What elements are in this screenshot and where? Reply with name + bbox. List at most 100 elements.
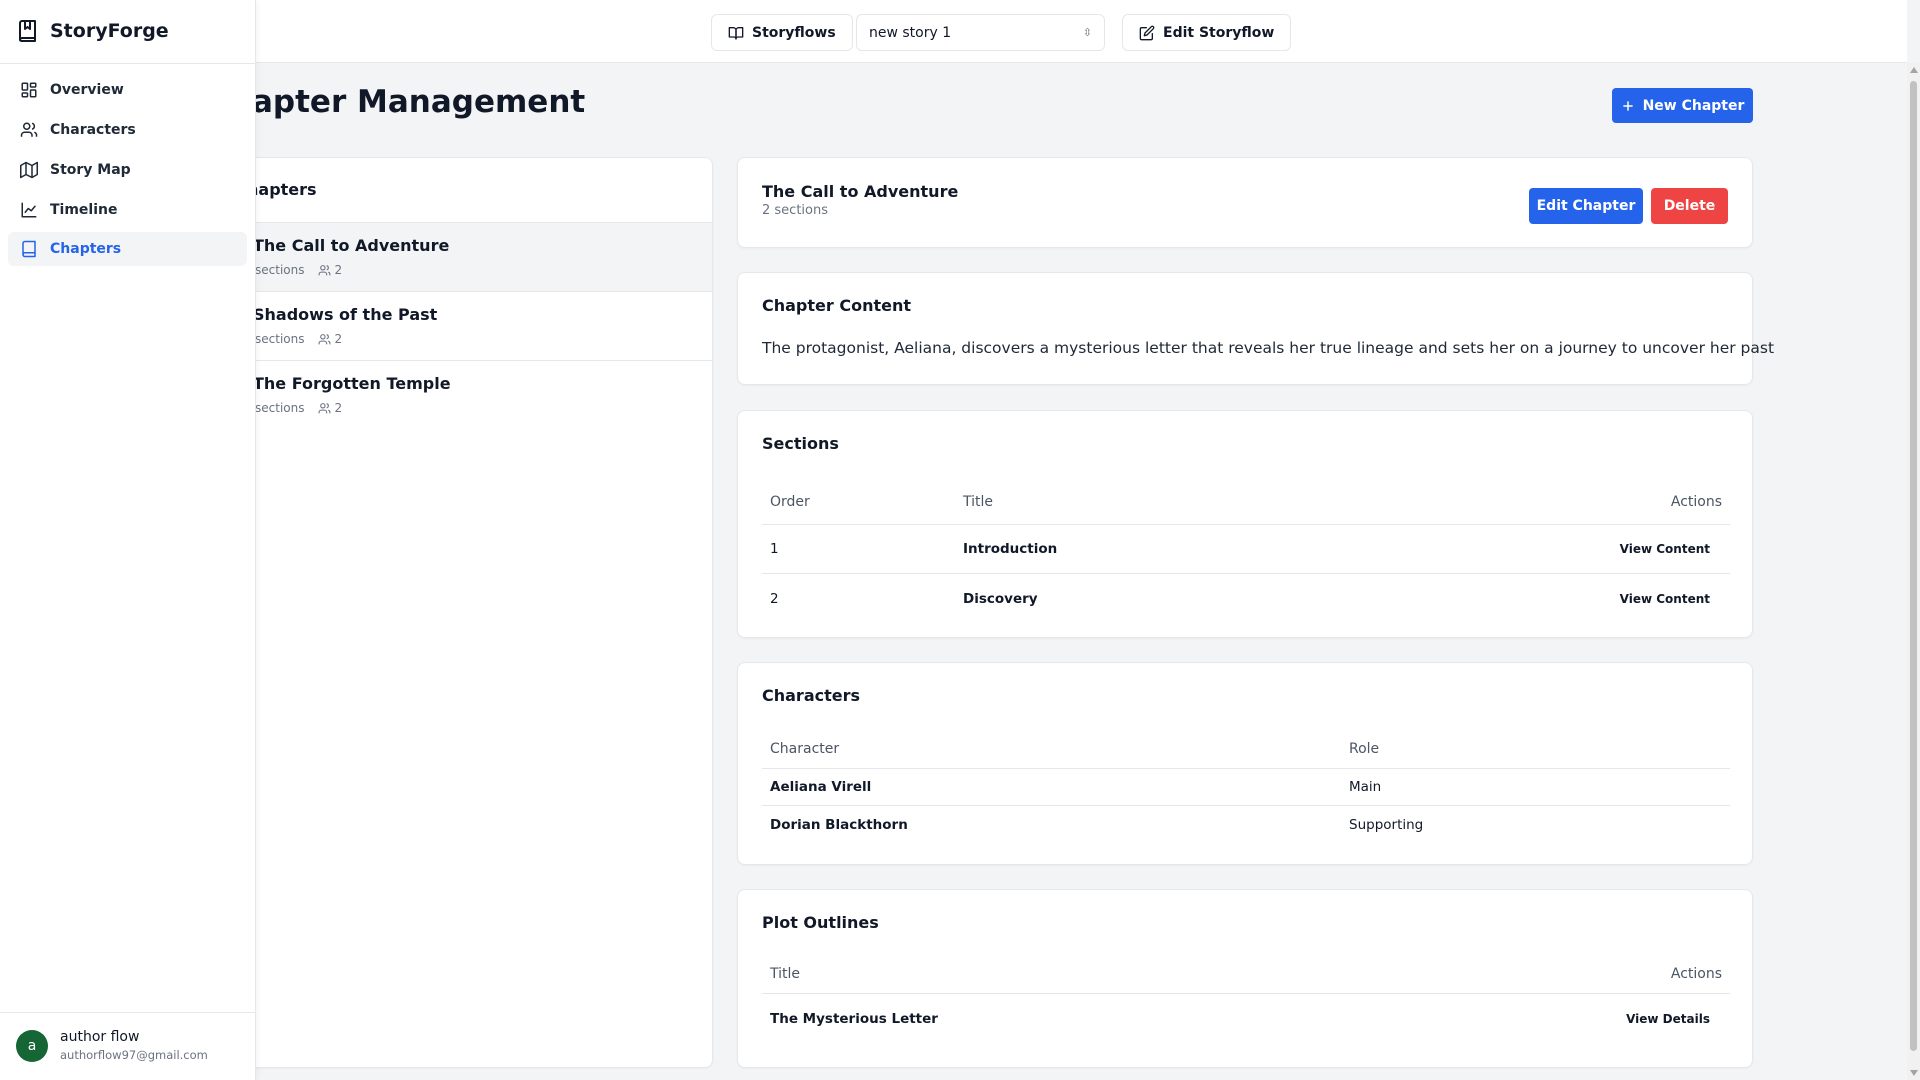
chapter-content-text: The protagonist, Aeliana, discovers a my… <box>762 339 1775 357</box>
chapter-characters: 2 <box>318 332 342 346</box>
table-row: Aeliana Virell Main <box>762 769 1730 806</box>
book-logo-icon <box>19 20 36 42</box>
story-select-value: new story 1 <box>869 24 952 41</box>
delete-chapter-button[interactable]: Delete <box>1651 188 1728 224</box>
chapter-meta: sections 2 <box>255 263 342 277</box>
chevron-up-down-icon: ⇳ <box>1082 26 1092 39</box>
plot-outlines-heading: Plot Outlines <box>762 913 879 932</box>
edit-storyflow-button[interactable]: Edit Storyflow <box>1122 14 1292 51</box>
view-details-button[interactable]: View Details <box>1626 1012 1710 1026</box>
edit-icon <box>1139 25 1155 40</box>
users-icon <box>319 402 331 413</box>
chapter-sections: sections <box>255 263 305 277</box>
chapter-sections: sections <box>255 401 305 415</box>
book-icon <box>22 240 36 258</box>
chapter-detail-header: The Call to Adventure 2 sections Edit Ch… <box>737 157 1753 248</box>
new-chapter-button[interactable]: New Chapter <box>1612 88 1753 123</box>
story-select[interactable]: new story 1 ⇳ <box>856 14 1105 51</box>
users-icon <box>20 122 38 137</box>
chapter-character-count: 2 <box>334 401 343 415</box>
column-header-character: Character <box>770 740 840 757</box>
table-row: Dorian Blackthorn Supporting <box>762 806 1730 843</box>
chapter-item[interactable]: The Call to Adventure sections 2 <box>227 222 712 291</box>
storyflows-label: Storyflows <box>752 24 836 41</box>
chapter-title: The Call to Adventure <box>253 236 450 255</box>
view-content-button[interactable]: View Content <box>1620 542 1710 556</box>
chapter-characters: 2 <box>318 263 342 277</box>
scrollbar-thumb[interactable] <box>1910 81 1917 1051</box>
chapter-meta: sections 2 <box>255 401 342 415</box>
table-row: 2 Discovery View Content <box>762 574 1730 623</box>
sidebar: StoryForge Overview Characters Story Map… <box>0 0 256 1080</box>
top-header: Storyflows new story 1 ⇳ Edit Storyflow <box>0 0 1907 63</box>
avatar[interactable]: a <box>16 1030 48 1062</box>
sections-heading: Sections <box>762 434 839 453</box>
sidebar-item-label: Overview <box>50 82 124 98</box>
sidebar-item-chapters[interactable]: Chapters <box>8 232 247 266</box>
characters-table: Character Role Aeliana Virell Main Doria… <box>762 729 1730 843</box>
brand[interactable]: StoryForge <box>18 20 169 42</box>
sidebar-item-label: Characters <box>50 122 136 138</box>
chapters-list-heading: hapters <box>247 180 317 199</box>
column-header-actions: Actions <box>1670 493 1722 510</box>
chapter-sections: sections <box>255 332 305 346</box>
characters-heading: Characters <box>762 686 861 705</box>
plot-outline-title: The Mysterious Letter <box>770 1011 938 1027</box>
table-header-row: Order Title Actions <box>762 479 1730 525</box>
section-order: 2 <box>770 590 779 607</box>
plus-icon <box>1622 100 1633 111</box>
column-header-role: Role <box>1349 740 1380 757</box>
sidebar-item-story-map[interactable]: Story Map <box>8 153 247 187</box>
characters-card: Characters Character Role Aeliana Virell… <box>737 662 1753 865</box>
character-role: Supporting <box>1349 816 1424 833</box>
user-name: author flow <box>60 1029 140 1045</box>
chapter-character-count: 2 <box>334 332 343 346</box>
chapter-title: Shadows of the Past <box>253 305 438 324</box>
column-header-actions: Actions <box>1670 965 1722 982</box>
sidebar-item-label: Story Map <box>50 162 131 178</box>
scroll-down-arrow-icon[interactable] <box>1910 1070 1918 1076</box>
sections-card: Sections Order Title Actions 1 Introduct… <box>737 410 1753 638</box>
table-header-row: Title Actions <box>762 954 1730 994</box>
table-header-row: Character Role <box>762 729 1730 769</box>
sidebar-item-timeline[interactable]: Timeline <box>8 193 247 227</box>
user-email: authorflow97@gmail.com <box>60 1048 208 1062</box>
sidebar-item-characters[interactable]: Characters <box>8 113 247 147</box>
sidebar-divider <box>0 63 256 64</box>
chapter-title: The Forgotten Temple <box>253 374 451 393</box>
section-title: Discovery <box>963 590 1038 607</box>
users-icon <box>319 333 331 344</box>
plot-outlines-card: Plot Outlines Title Actions The Mysterio… <box>737 889 1753 1068</box>
app-name: StoryForge <box>50 20 169 42</box>
page-scrollbar[interactable] <box>1907 63 1920 1080</box>
edit-chapter-button[interactable]: Edit Chapter <box>1529 188 1643 224</box>
grid-icon <box>21 82 37 98</box>
chapter-detail-subtitle: 2 sections <box>762 203 828 218</box>
storyflows-button[interactable]: Storyflows <box>711 14 853 51</box>
column-header-title: Title <box>770 965 801 982</box>
character-name: Aeliana Virell <box>770 779 872 795</box>
sections-table: Order Title Actions 1 Introduction View … <box>762 479 1730 623</box>
chapter-meta: sections 2 <box>255 332 342 346</box>
edit-storyflow-label: Edit Storyflow <box>1163 24 1275 41</box>
chapter-content-card: Chapter Content The protagonist, Aeliana… <box>737 272 1774 385</box>
chapter-detail-title: The Call to Adventure <box>762 182 959 201</box>
section-title: Introduction <box>963 541 1058 557</box>
chapter-content-heading: Chapter Content <box>762 296 912 315</box>
scroll-up-arrow-icon[interactable] <box>1910 67 1918 73</box>
new-chapter-label: New Chapter <box>1642 97 1745 114</box>
chapter-item[interactable]: The Forgotten Temple sections 2 <box>227 360 712 429</box>
character-name: Dorian Blackthorn <box>770 816 908 833</box>
section-order: 1 <box>770 541 779 557</box>
column-header-order: Order <box>770 493 810 510</box>
sidebar-item-overview[interactable]: Overview <box>8 73 247 107</box>
view-content-button[interactable]: View Content <box>1620 592 1710 606</box>
chapters-list: hapters The Call to Adventure sections 2… <box>226 157 713 1068</box>
chapter-characters: 2 <box>318 401 342 415</box>
character-role: Main <box>1349 779 1382 795</box>
users-icon <box>319 264 331 275</box>
page-title: apter Management <box>252 84 586 120</box>
table-row: The Mysterious Letter View Details <box>762 994 1730 1044</box>
chapter-item[interactable]: Shadows of the Past sections 2 <box>227 291 712 360</box>
plot-outlines-table: Title Actions The Mysterious Letter View… <box>762 954 1730 1044</box>
